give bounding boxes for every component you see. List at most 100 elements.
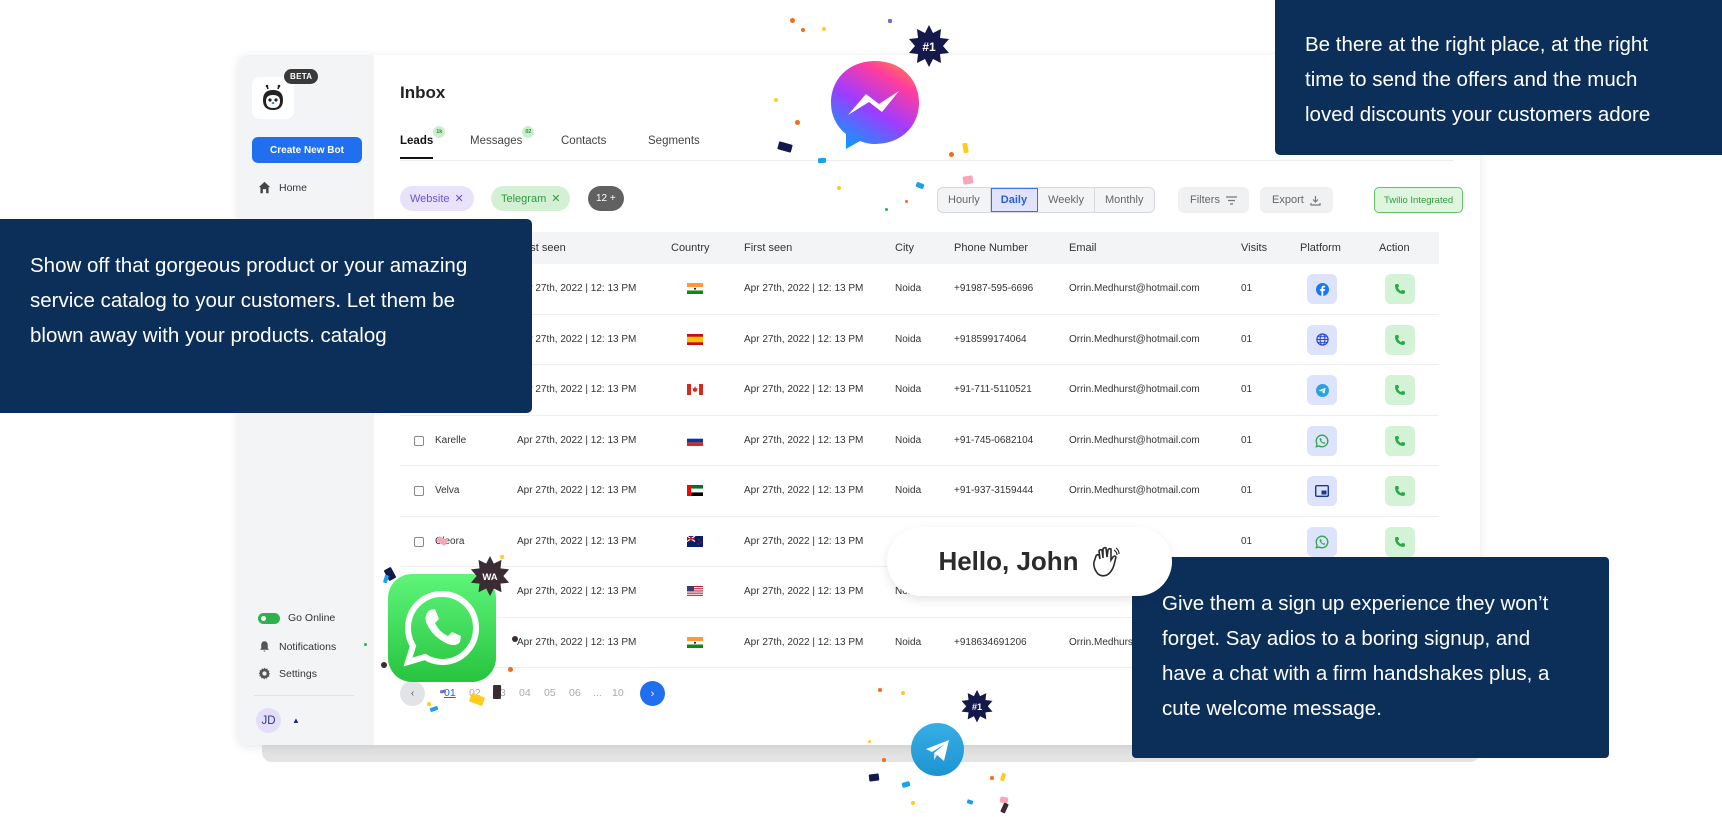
- badge-text: #1: [972, 702, 982, 712]
- tab-label: Leads: [400, 135, 434, 147]
- filter-chip-telegram[interactable]: Telegram ✕: [491, 186, 571, 211]
- filters-label: Filters: [1190, 194, 1220, 206]
- cell-last-seen: Apr 27th, 2022 | 12: 13 PM: [517, 636, 637, 648]
- sidebar-item-settings[interactable]: Settings: [258, 667, 317, 680]
- toggle-switch[interactable]: [258, 612, 280, 624]
- confetti-piece: [962, 175, 974, 185]
- table-row[interactable]: Karelle Apr 27th, 2022 | 12: 13 PM Apr 27t…: [400, 416, 1439, 466]
- greeting-text: Hello, John: [938, 546, 1079, 576]
- next-page-button[interactable]: ›: [640, 681, 665, 706]
- table-row[interactable]: Velva Apr 27th, 2022 | 12: 13 PM Apr 27th,…: [400, 466, 1439, 517]
- platform-website-icon[interactable]: [1307, 324, 1337, 355]
- confetti-piece: [885, 208, 888, 211]
- call-button[interactable]: [1385, 274, 1415, 304]
- confetti-piece: [837, 186, 841, 190]
- period-daily[interactable]: Daily: [990, 188, 1039, 212]
- badge-text: #1: [922, 40, 936, 54]
- cell-first-seen: Apr 27th, 2022 | 12: 13 PM: [744, 636, 864, 648]
- confetti-piece: [508, 667, 513, 672]
- confetti-piece: [381, 662, 387, 668]
- call-button[interactable]: [1385, 425, 1415, 456]
- platform-whatsapp-icon[interactable]: [1307, 526, 1337, 557]
- cell-email: Orrin.Medhurst@hotmail.com: [1069, 283, 1200, 294]
- page-06[interactable]: 06: [569, 687, 581, 699]
- period-weekly[interactable]: Weekly: [1038, 188, 1095, 212]
- user-avatar[interactable]: JD: [256, 708, 281, 733]
- platform-whatsapp-icon[interactable]: [1307, 425, 1337, 456]
- period-hourly[interactable]: Hourly: [938, 188, 991, 212]
- page-10[interactable]: 10: [612, 687, 624, 699]
- cell-first-seen: Apr 27th, 2022 | 12: 13 PM: [744, 586, 864, 597]
- call-button[interactable]: [1385, 375, 1415, 405]
- cell-phone: +91-937-3159444: [954, 485, 1034, 496]
- col-platform[interactable]: Platform: [1300, 232, 1341, 264]
- create-new-bot-button[interactable]: Create New Bot: [252, 137, 362, 163]
- close-icon[interactable]: ✕: [455, 192, 464, 205]
- export-button[interactable]: Export: [1260, 187, 1333, 213]
- chip-label: Website: [410, 192, 450, 205]
- row-checkbox[interactable]: [414, 536, 424, 547]
- cell-city: Noida: [895, 283, 922, 294]
- cell-last-seen: Apr 27th, 2022 | 12: 13 PM: [517, 535, 637, 547]
- col-country[interactable]: Country: [671, 232, 710, 264]
- platform-widget-icon[interactable]: [1307, 476, 1337, 506]
- tab-segments[interactable]: Segments: [648, 135, 700, 147]
- confetti-piece: [868, 773, 880, 782]
- platform-facebook-icon[interactable]: [1307, 274, 1337, 304]
- more-filters-chip[interactable]: 12 +: [588, 186, 624, 211]
- go-online-toggle[interactable]: Go Online: [258, 612, 335, 624]
- table-row[interactable]: Apr 27th, 2022 | 12: 13 PM Apr 27th, 2022…: [400, 264, 1439, 315]
- platform-telegram-icon[interactable]: [1307, 375, 1337, 405]
- period-monthly[interactable]: Monthly: [1095, 188, 1154, 212]
- sidebar-item-notifications[interactable]: Notifications: [258, 640, 336, 653]
- twilio-integrated-badge[interactable]: Twilio Integrated: [1374, 187, 1464, 213]
- tab-messages[interactable]: Messages 02: [470, 126, 535, 147]
- cell-first-seen: Apr 27th, 2022 | 12: 13 PM: [744, 333, 864, 345]
- page-04[interactable]: 04: [519, 687, 531, 699]
- tab-contacts[interactable]: Contacts: [561, 135, 606, 147]
- cell-visits: 01: [1241, 384, 1253, 395]
- table-row[interactable]: Apr 27th, 2022 | 12: 13 PM Apr 27th, 2022…: [400, 365, 1439, 416]
- phone-icon: [1394, 536, 1406, 548]
- filter-chip-website[interactable]: Website ✕: [400, 186, 474, 211]
- col-city[interactable]: City: [895, 232, 914, 264]
- caret-up-icon[interactable]: ▲: [292, 716, 300, 725]
- call-button[interactable]: [1385, 526, 1415, 557]
- cell-last-seen: Apr 27th, 2022 | 12: 13 PM: [517, 283, 637, 294]
- confetti-piece: [901, 691, 905, 695]
- call-button[interactable]: [1385, 324, 1415, 355]
- confetti-piece: [868, 740, 871, 743]
- col-phone[interactable]: Phone Number: [954, 232, 1028, 264]
- phone-icon: [1394, 334, 1406, 346]
- sidebar-item-label: Settings: [279, 667, 317, 680]
- phone-icon: [1394, 435, 1406, 447]
- confetti-piece: [882, 758, 886, 762]
- tab-leads[interactable]: Leads 1k: [400, 126, 446, 159]
- filters-button[interactable]: Filters: [1178, 187, 1249, 213]
- row-checkbox[interactable]: [414, 435, 424, 446]
- phone-icon: [1394, 384, 1406, 396]
- page-05[interactable]: 05: [544, 687, 556, 699]
- col-email[interactable]: Email: [1069, 232, 1097, 264]
- col-visits[interactable]: Visits: [1241, 232, 1267, 264]
- confetti-piece: [790, 18, 795, 23]
- cell-email: Orrin.Medhurst@hotmail.com: [1069, 434, 1200, 446]
- cell-last-seen: Apr 27th, 2022 | 12: 13 PM: [517, 333, 637, 345]
- page-01[interactable]: 01: [444, 687, 456, 699]
- flag-usa-icon: [687, 586, 703, 597]
- col-first-seen[interactable]: First seen: [744, 232, 792, 264]
- confetti-piece: [999, 772, 1007, 782]
- cell-first-seen: Apr 27th, 2022 | 12: 13 PM: [744, 434, 864, 446]
- table-row[interactable]: Apr 27th, 2022 | 12: 13 PM Apr 27th, 2022…: [400, 315, 1439, 365]
- cell-city: Noida: [895, 485, 922, 496]
- phone-icon: [1394, 283, 1406, 295]
- row-checkbox[interactable]: [414, 486, 424, 496]
- confetti-piece: [795, 120, 800, 125]
- close-icon[interactable]: ✕: [551, 192, 560, 205]
- col-action[interactable]: Action: [1379, 232, 1410, 264]
- prev-page-button[interactable]: ‹: [400, 681, 425, 706]
- call-button[interactable]: [1385, 476, 1415, 506]
- robot-penguin-icon: [263, 84, 283, 110]
- sidebar-item-home[interactable]: Home: [258, 181, 307, 194]
- cell-city: Noida: [895, 333, 922, 345]
